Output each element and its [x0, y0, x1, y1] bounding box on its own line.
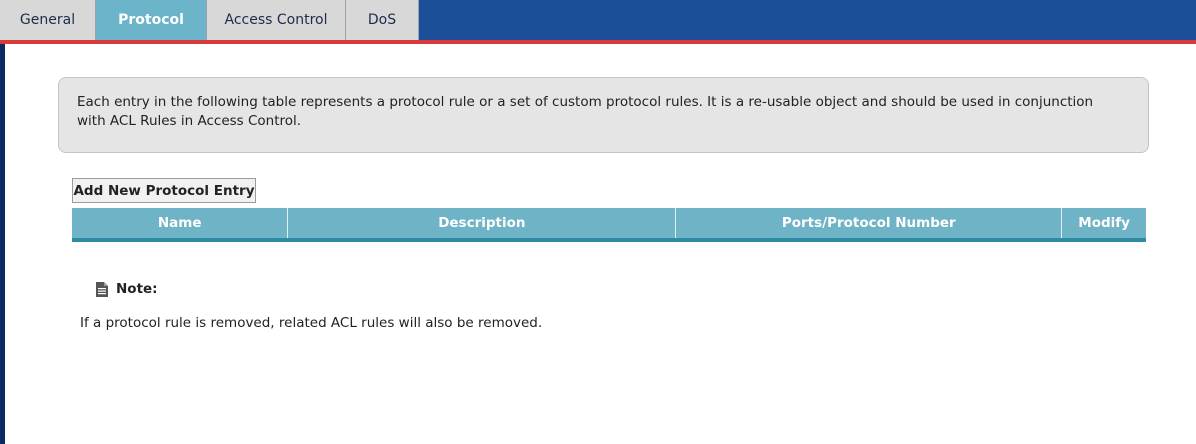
tab-general[interactable]: General: [0, 0, 96, 40]
tab-access-control[interactable]: Access Control: [207, 0, 346, 40]
tab-dos[interactable]: DoS: [346, 0, 419, 40]
tab-bar: General Protocol Access Control DoS: [0, 0, 1196, 44]
info-text: Each entry in the following table repres…: [77, 94, 1094, 129]
note-text: If a protocol rule is removed, related A…: [80, 315, 543, 331]
column-header-ports-protocol-number[interactable]: Ports/Protocol Number: [676, 208, 1063, 238]
note-title: Note:: [116, 281, 158, 297]
note-heading: Note:: [96, 281, 158, 297]
column-header-name[interactable]: Name: [72, 208, 289, 238]
protocol-table-header: Name Description Ports/Protocol Number M…: [72, 208, 1146, 242]
add-new-protocol-entry-button[interactable]: Add New Protocol Entry: [72, 178, 256, 203]
document-icon: [96, 281, 108, 297]
column-header-modify[interactable]: Modify: [1062, 208, 1146, 238]
info-box: Each entry in the following table repres…: [58, 77, 1149, 153]
main-content: Each entry in the following table repres…: [0, 44, 1196, 444]
tab-protocol[interactable]: Protocol: [96, 0, 207, 40]
column-header-description[interactable]: Description: [288, 208, 677, 238]
